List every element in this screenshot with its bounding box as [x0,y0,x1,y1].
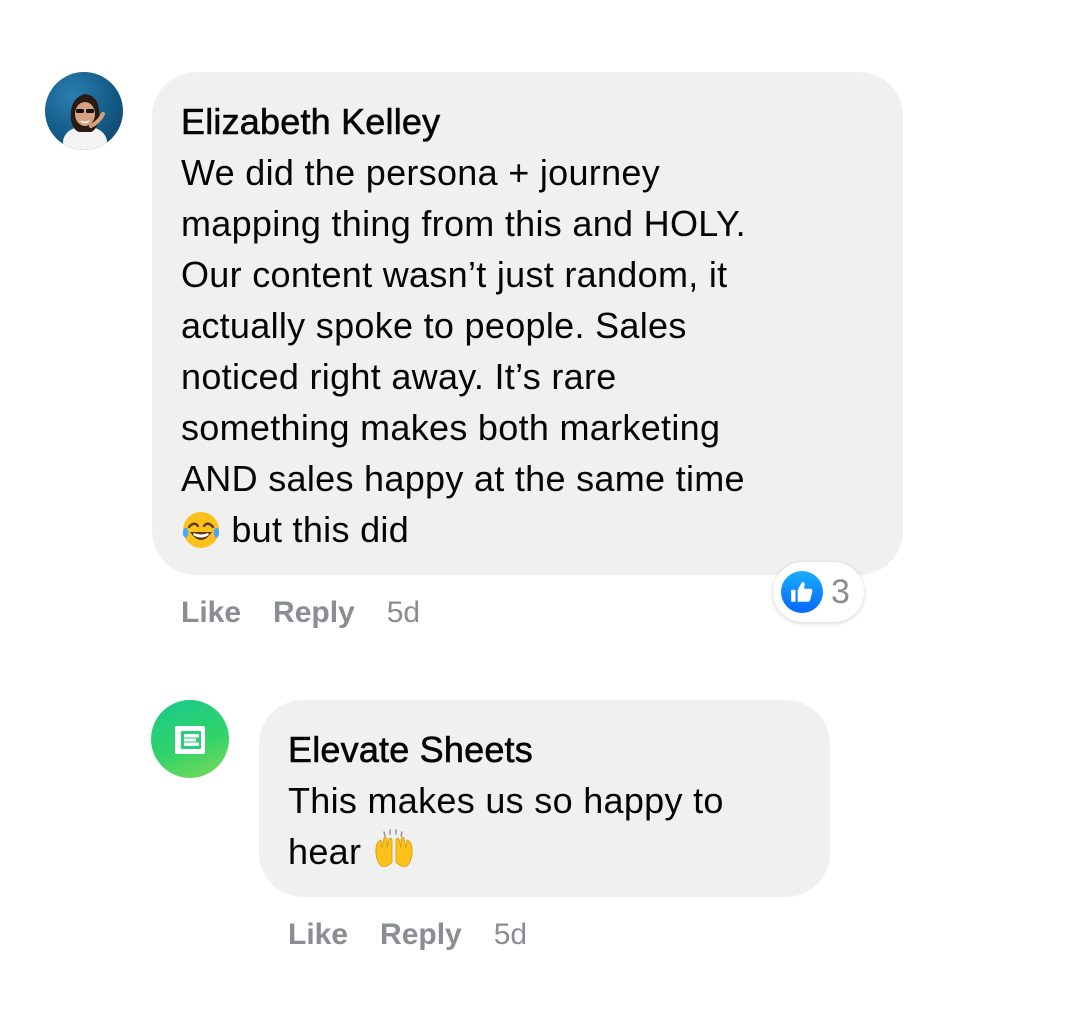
comment-actions: Like Reply 5d [181,596,420,630]
like-button[interactable]: Like [181,596,241,630]
comment-text-line: AND sales happy at the same time [181,458,745,499]
comment-text-line: This makes us so happy to [288,780,724,821]
comment-timestamp[interactable]: 5d [494,918,527,952]
raising-hands-emoji-icon [372,828,416,885]
comment-text-line: Our content wasn’t just random, it [181,254,728,295]
laughing-tears-emoji-icon [181,510,221,563]
elevate-sheets-logo-icon [175,726,205,754]
comment-text-line: mapping thing from this and HOLY. [181,203,746,244]
avatar[interactable] [151,700,229,778]
comment-text-line: but this did [231,509,410,550]
comment-text: We did the persona + journey mapping thi… [181,147,874,563]
comment-text-last-line: hear [288,826,801,885]
reaction-summary[interactable]: 3 [773,562,864,622]
thumbs-up-icon [781,571,823,613]
avatar[interactable] [45,72,123,150]
comment-timestamp[interactable]: 5d [387,596,420,630]
comment-author[interactable]: Elevate Sheets [288,724,801,775]
reply-button[interactable]: Reply [380,918,462,952]
reply-button[interactable]: Reply [273,596,355,630]
profile-photo-icon [63,94,107,150]
comment-text-last-line: but this did [181,504,874,563]
comment-text-line: We did the persona + journey [181,152,661,193]
reply-bubble: Elevate Sheets This makes us so happy to… [259,700,830,897]
comment-bubble: Elizabeth Kelley We did the persona + jo… [152,72,903,575]
comment-text-line: hear [288,831,362,872]
comment-text-line: something makes both marketing [181,407,721,448]
comment-actions: Like Reply 5d [288,918,527,952]
like-button[interactable]: Like [288,918,348,952]
reaction-count: 3 [831,573,850,611]
comment-text: This makes us so happy to hear [288,775,801,885]
comment-text-line: noticed right away. It’s rare [181,356,617,397]
comment-author[interactable]: Elizabeth Kelley [181,96,874,147]
comment-text-line: actually spoke to people. Sales [181,305,687,346]
